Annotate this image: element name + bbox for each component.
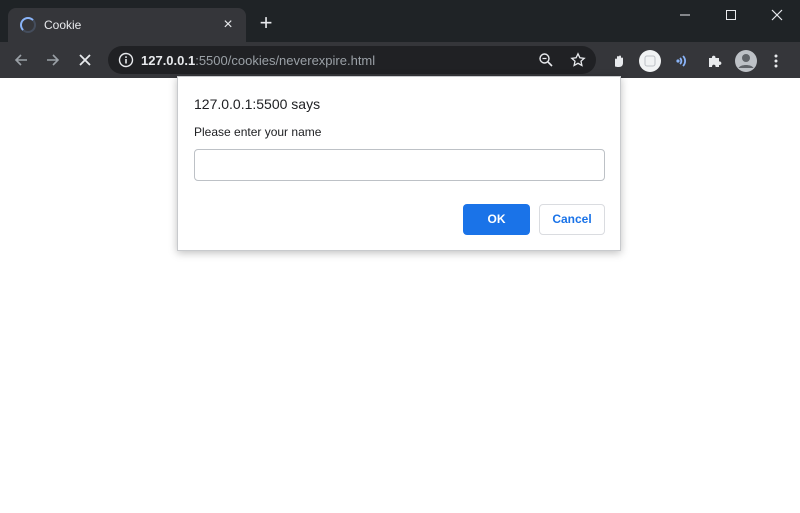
url-text: 127.0.0.1:5500/cookies/neverexpire.html <box>141 53 375 68</box>
back-icon[interactable] <box>9 48 33 72</box>
hand-extension-icon[interactable] <box>606 49 630 73</box>
prompt-dialog: 127.0.0.1:5500 says Please enter your na… <box>177 76 621 251</box>
tab-strip: Cookie × + <box>0 0 800 42</box>
star-icon[interactable] <box>570 52 586 68</box>
tab-title: Cookie <box>44 18 82 32</box>
browser-toolbar: 127.0.0.1:5500/cookies/neverexpire.html <box>0 42 800 78</box>
forward-icon[interactable] <box>41 48 65 72</box>
avatar-extension-icon[interactable] <box>638 49 662 73</box>
url-path: :5500/cookies/neverexpire.html <box>195 53 376 68</box>
puzzle-icon[interactable] <box>702 49 726 73</box>
loading-spinner-icon <box>20 17 36 33</box>
menu-icon[interactable] <box>764 49 788 73</box>
sound-extension-icon[interactable] <box>670 49 694 73</box>
maximize-icon[interactable] <box>708 0 754 30</box>
tab-cookie[interactable]: Cookie × <box>8 8 246 42</box>
close-icon[interactable]: × <box>218 15 238 35</box>
plus-icon[interactable]: + <box>256 12 276 34</box>
dialog-message: Please enter your name <box>194 125 322 139</box>
close-window-icon[interactable] <box>754 0 800 30</box>
url-host: 127.0.0.1 <box>141 53 196 68</box>
dialog-title: 127.0.0.1:5500 says <box>194 96 321 112</box>
cancel-button[interactable]: Cancel <box>539 204 605 235</box>
address-bar[interactable]: 127.0.0.1:5500/cookies/neverexpire.html <box>108 46 596 74</box>
profile-icon[interactable] <box>734 49 758 73</box>
ok-button[interactable]: OK <box>463 204 530 235</box>
zoom-icon[interactable] <box>538 52 554 68</box>
name-input[interactable] <box>194 149 605 181</box>
minimize-icon[interactable] <box>662 0 708 30</box>
info-icon[interactable] <box>118 52 134 68</box>
stop-icon[interactable] <box>73 48 97 72</box>
